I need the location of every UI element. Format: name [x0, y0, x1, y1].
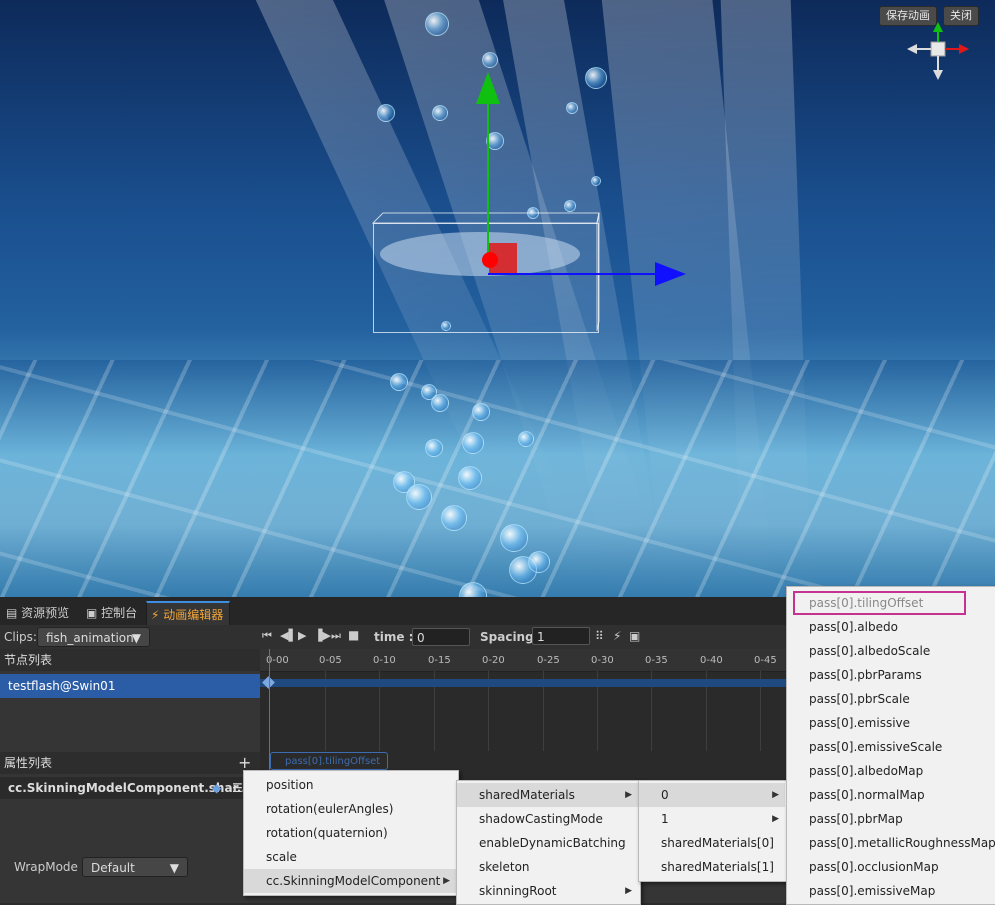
menu-item-emissive-map[interactable]: pass[0].emissiveMap [787, 879, 994, 903]
tab-console[interactable]: ▣ 控制台 [82, 601, 143, 625]
submenu-arrow-icon: ▶ [443, 876, 450, 886]
menu-item-rotation-euler[interactable]: rotation(eulerAngles) [244, 797, 456, 821]
menu-item-emissive[interactable]: pass[0].emissive [787, 711, 994, 735]
jump-first-icon[interactable]: ⏮ [262, 629, 272, 643]
menu-item-material-1[interactable]: 1 ▶ [639, 807, 785, 831]
tick-label: 0-35 [645, 655, 668, 666]
menu-item-label: sharedMaterials [479, 788, 575, 802]
tab-assets-preview[interactable]: ▤ 资源预览 [2, 601, 75, 625]
play-icon[interactable]: ▶ [298, 629, 306, 642]
menu-item-label: skinningRoot [479, 884, 557, 898]
tick-label: 0-15 [428, 655, 451, 666]
tick-label: 0-25 [537, 655, 560, 666]
stop-icon[interactable]: ■ [348, 628, 359, 642]
list-icon[interactable]: ☰ [232, 777, 243, 799]
x-axis-arrow-icon[interactable] [655, 262, 686, 286]
menu-item-enable-dynamic-batching[interactable]: enableDynamicBatching [457, 831, 638, 855]
menu-item-albedo-map[interactable]: pass[0].albedoMap [787, 759, 994, 783]
time-label: time : [374, 630, 414, 644]
chevron-down-icon: ▼ [131, 631, 141, 645]
tab-label: 资源预览 [21, 606, 70, 620]
submenu-arrow-icon: ▶ [772, 790, 779, 800]
node-list-empty [0, 698, 260, 750]
orientation-gizmo-icon[interactable] [903, 22, 973, 84]
highlight-box [793, 591, 966, 615]
node-list-header: 节点列表 [0, 649, 260, 671]
event-icon[interactable]: ⚡ [613, 629, 621, 643]
tick-label: 0-05 [319, 655, 342, 666]
clip-select-value: fish_animation [46, 631, 134, 645]
tab-label: 控制台 [101, 606, 138, 620]
context-menu-level4: pass[0].tilingOffset pass[0].albedo pass… [786, 586, 995, 905]
menu-item-label: 1 [661, 812, 669, 826]
context-menu-level1: position rotation(eulerAngles) rotation(… [243, 770, 459, 896]
tick-label: 0-40 [700, 655, 723, 666]
submenu-arrow-icon: ▶ [772, 814, 779, 824]
spacing-label: Spacing: [480, 630, 539, 644]
tick-label: 0-45 [754, 655, 777, 666]
gizmo-center-icon[interactable] [482, 252, 498, 268]
submenu-arrow-icon: ▶ [625, 886, 632, 896]
menu-item-position[interactable]: position [244, 773, 456, 797]
menu-item-pbr-scale[interactable]: pass[0].pbrScale [787, 687, 994, 711]
menu-item-normal-map[interactable]: pass[0].normalMap [787, 783, 994, 807]
menu-item-pbr-params[interactable]: pass[0].pbrParams [787, 663, 994, 687]
tick-label: 0-20 [482, 655, 505, 666]
save-icon[interactable]: ▣ [629, 629, 640, 643]
scene-viewport[interactable]: 保存动画 关闭 [0, 0, 995, 597]
folder-icon: ▤ [6, 606, 18, 620]
menu-item-material-0[interactable]: 0 ▶ [639, 783, 785, 807]
next-frame-icon[interactable]: ▐▶ [314, 629, 331, 642]
menu-item-skeleton[interactable]: skeleton [457, 855, 638, 879]
menu-item-shadow-casting-mode[interactable]: shadowCastingMode [457, 807, 638, 831]
wrapmode-label: WrapMode [14, 860, 78, 874]
menu-item-shared-materials[interactable]: sharedMaterials ▶ [457, 783, 638, 807]
transform-gizmo[interactable] [0, 0, 995, 597]
time-input[interactable]: 0 [412, 628, 470, 646]
tick-label: 0-30 [591, 655, 614, 666]
wrapmode-select[interactable]: Default ▼ [82, 857, 188, 877]
clip-select[interactable]: fish_animation ▼ [37, 627, 150, 647]
fish-model [380, 232, 580, 276]
property-row[interactable]: cc.SkinningModelComponent.shar... ◆ ☰ [0, 777, 260, 799]
menu-item-rotation-quaternion[interactable]: rotation(quaternion) [244, 821, 456, 845]
menu-item-scale[interactable]: scale [244, 845, 456, 869]
menu-item-skinning-model-component[interactable]: cc.SkinningModelComponent ▶ [244, 869, 456, 893]
menu-item-label: 0 [661, 788, 669, 802]
tab-animation-editor[interactable]: ⚡ 动画编辑器 [146, 601, 231, 627]
console-icon: ▣ [86, 606, 98, 620]
menu-item-skinning-root[interactable]: skinningRoot ▶ [457, 879, 638, 903]
prev-frame-icon[interactable]: ◀▌ [280, 629, 297, 642]
node-name: testflash@Swin01 [8, 679, 116, 693]
context-menu-level3: 0 ▶ 1 ▶ sharedMaterials[0] sharedMateria… [638, 780, 788, 882]
menu-item-shared-materials-1[interactable]: sharedMaterials[1] [639, 855, 785, 879]
chevron-down-icon: ▼ [169, 861, 179, 875]
menu-item-shared-materials-0[interactable]: sharedMaterials[0] [639, 831, 785, 855]
jump-last-icon[interactable]: ⏭ [331, 629, 341, 643]
property-list-header: 属性列表 [0, 752, 260, 774]
animation-icon: ⚡ [151, 608, 160, 622]
property-tooltip: pass[0].tilingOffset [270, 752, 388, 770]
menu-item-pbr-map[interactable]: pass[0].pbrMap [787, 807, 994, 831]
context-menu-level2: sharedMaterials ▶ shadowCastingMode enab… [456, 780, 641, 905]
keyframe-diamond-icon[interactable]: ◆ [212, 777, 221, 799]
menu-item-emissive-scale[interactable]: pass[0].emissiveScale [787, 735, 994, 759]
menu-item-albedo-scale[interactable]: pass[0].albedoScale [787, 639, 994, 663]
node-row-selected[interactable]: testflash@Swin01 [0, 674, 260, 698]
spacing-input[interactable]: 1 [532, 627, 590, 645]
menu-item-albedo[interactable]: pass[0].albedo [787, 615, 994, 639]
y-axis-arrow-icon[interactable] [476, 72, 500, 104]
clips-label: Clips: [4, 630, 37, 644]
menu-item-metallic-roughness-map[interactable]: pass[0].metallicRoughnessMap [787, 831, 995, 855]
grid-icon[interactable]: ⠿ [595, 629, 604, 643]
tab-label: 动画编辑器 [163, 608, 224, 622]
menu-item-label: cc.SkinningModelComponent [266, 874, 441, 888]
menu-item-occlusion-map[interactable]: pass[0].occlusionMap [787, 855, 994, 879]
submenu-arrow-icon: ▶ [625, 790, 632, 800]
tick-label: 0-10 [373, 655, 396, 666]
wrapmode-value: Default [91, 861, 135, 875]
